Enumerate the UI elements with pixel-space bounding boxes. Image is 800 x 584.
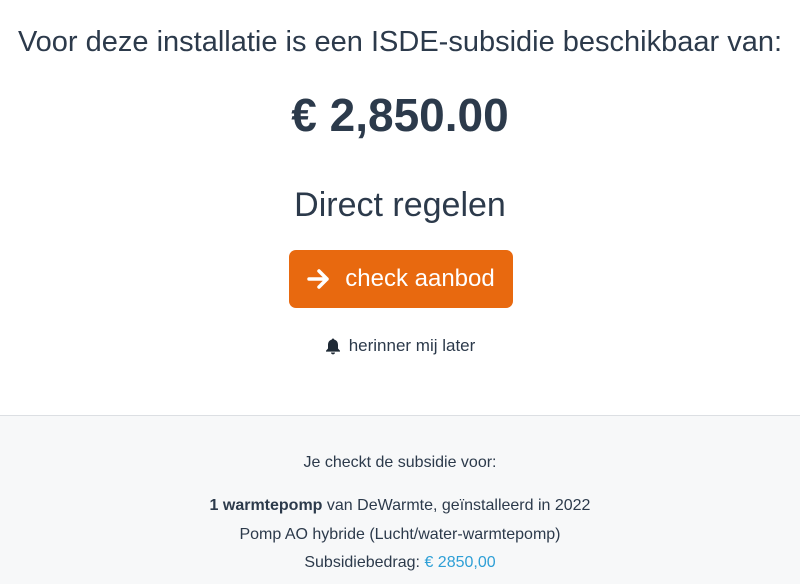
subsidy-amount-label: Subsidiebedrag: — [304, 554, 420, 571]
bell-icon — [325, 337, 341, 355]
subsidy-headline: Voor deze installatie is een ISDE-subsid… — [17, 26, 783, 58]
subsidy-amount: € 2,850.00 — [291, 89, 509, 141]
check-aanbod-button[interactable]: check aanbod — [289, 250, 513, 308]
product-line: 1 warmtepomp van DeWarmte, geïnstalleerd… — [0, 497, 800, 515]
details-intro: Je checkt de subsidie voor: — [303, 454, 497, 471]
check-aanbod-label: check aanbod — [345, 265, 495, 292]
direct-regelen-title: Direct regelen — [294, 186, 506, 224]
remind-later-label: herinner mij later — [348, 336, 476, 355]
remind-later-link[interactable]: herinner mij later — [0, 336, 800, 356]
subsidy-amount-line: Subsidiebedrag: € 2850,00 — [0, 554, 800, 572]
product-description: van DeWarmte, geïnstalleerd in 2022 — [326, 497, 591, 514]
product-count: 1 warmtepomp — [209, 497, 323, 514]
arrow-right-icon — [307, 268, 331, 290]
subsidy-amount-value: € 2850,00 — [424, 554, 496, 571]
model-line: Pomp AO hybride (Lucht/water-warmtepomp) — [239, 526, 561, 543]
